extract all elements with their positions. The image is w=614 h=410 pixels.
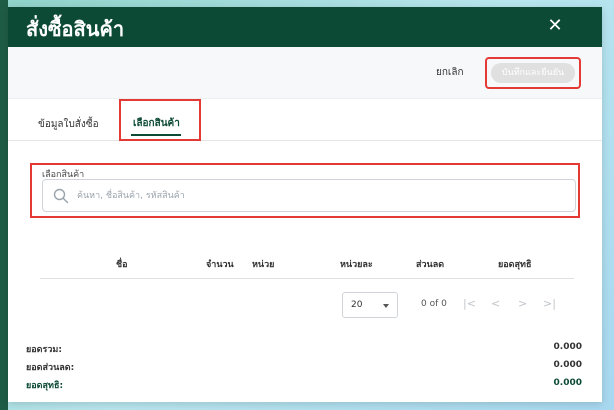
save-confirm-button[interactable]: บันทึกและยืนยัน (491, 63, 575, 83)
dialog-title: สั่งซื้อสินค้า (26, 17, 125, 41)
order-summary: ยอดรวม: 0.000 ยอดส่วนลด: 0.000 ยอดสุทธิ:… (26, 339, 582, 393)
summary-net-row: ยอดสุทธิ: 0.000 (26, 375, 582, 393)
summary-total-row: ยอดรวม: 0.000 (26, 339, 582, 357)
summary-net-label: ยอดสุทธิ: (26, 381, 64, 391)
chevron-down-icon (383, 304, 389, 308)
tab-order-info[interactable]: ข้อมูลใบสั่งซื้อ (38, 117, 99, 132)
save-button-highlight: บันทึกและยืนยัน (485, 57, 581, 89)
next-page-icon[interactable]: > (518, 297, 527, 310)
summary-total-value: 0.000 (553, 342, 582, 352)
summary-net-value: 0.000 (553, 378, 582, 388)
active-tab-indicator (131, 134, 181, 136)
tab-select-product-highlight: เลือกสินค้า (119, 99, 201, 141)
dialog-header: สั่งซื้อสินค้า ✕ (8, 7, 602, 47)
column-header-quantity: จำนวน (206, 260, 234, 270)
tab-bar: ข้อมูลใบสั่งซื้อ เลือกสินค้า (8, 99, 602, 141)
close-icon[interactable]: ✕ (544, 15, 566, 37)
column-header-name: ชื่อ (116, 260, 128, 270)
prev-page-icon[interactable]: < (491, 297, 500, 310)
product-search-highlight: เลือกสินค้า (30, 163, 580, 218)
product-search-input[interactable] (77, 187, 557, 205)
page-size-select[interactable]: 20 (342, 292, 398, 318)
table-pagination: 20 0 of 0 |< < > >| (8, 287, 602, 323)
dialog-toolbar: ยกเลิก บันทึกและยืนยัน (8, 47, 602, 99)
column-header-net-total: ยอดสุทธิ (498, 260, 532, 270)
first-page-icon[interactable]: |< (463, 297, 476, 310)
summary-discount-row: ยอดส่วนลด: 0.000 (26, 357, 582, 375)
summary-discount-label: ยอดส่วนลด: (26, 363, 75, 373)
product-table-header: ชื่อ จำนวน หน่วย หน่วยละ ส่วนลด ยอดสุทธิ (40, 247, 574, 279)
page-size-value: 20 (351, 300, 363, 310)
search-icon (53, 188, 69, 204)
purchase-order-dialog: สั่งซื้อสินค้า ✕ ยกเลิก บันทึกและยืนยัน … (8, 7, 602, 402)
summary-discount-value: 0.000 (553, 360, 582, 370)
page-count: 0 of 0 (421, 299, 447, 309)
summary-total-label: ยอดรวม: (26, 345, 62, 355)
column-header-unit-price: หน่วยละ (340, 260, 373, 270)
tab-select-product[interactable]: เลือกสินค้า (133, 116, 180, 131)
column-header-discount: ส่วนลด (416, 260, 445, 270)
last-page-icon[interactable]: >| (543, 297, 556, 310)
column-header-unit: หน่วย (252, 260, 275, 270)
cancel-button[interactable]: ยกเลิก (436, 65, 464, 80)
product-search-box[interactable] (42, 179, 576, 212)
background-window-edge (0, 0, 8, 410)
